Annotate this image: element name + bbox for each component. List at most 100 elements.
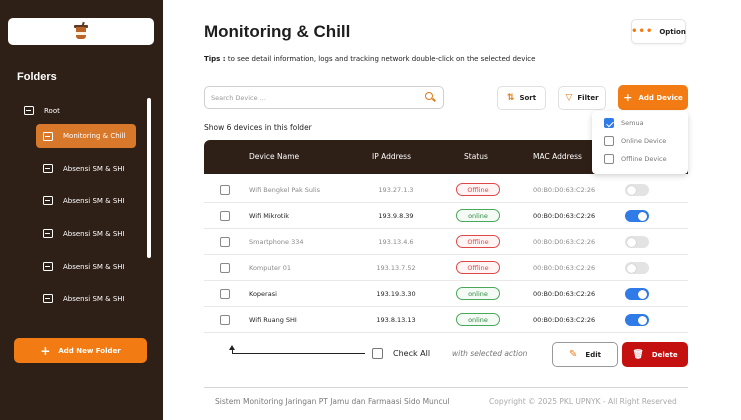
table-row[interactable]: Wifi Ruang SHI 193.8.13.13 online 00:B0:D0:… (204, 307, 688, 333)
search-icon[interactable] (425, 92, 436, 103)
row-checkbox[interactable] (220, 237, 230, 247)
filter-option-semua[interactable]: Semua (604, 118, 644, 128)
folder-icon (43, 294, 53, 303)
folder-label: Monitoring & Chill (63, 132, 126, 140)
status-badge: online (456, 313, 500, 326)
row-checkbox[interactable] (220, 315, 230, 325)
app-logo[interactable] (8, 18, 154, 45)
sidebar-scrollbar[interactable] (147, 98, 151, 258)
folder-item-active[interactable]: Monitoring & Chill (36, 124, 136, 148)
row-checkbox[interactable] (220, 289, 230, 299)
delete-label: Delete (651, 350, 678, 359)
device-name: Komputer 01 (249, 264, 292, 272)
device-mac: 00:B0:D0:63:C2:26 (533, 290, 596, 298)
plus-icon: + (623, 91, 633, 104)
device-toggle[interactable] (625, 314, 649, 326)
sidebar: Folders Root Monitoring & Chill Absensi … (0, 0, 163, 420)
checkbox[interactable] (604, 136, 614, 146)
folder-icon (43, 164, 53, 173)
device-count-text: Show 6 devices in this folder (204, 123, 312, 132)
checkbox[interactable] (604, 154, 614, 164)
delete-button[interactable]: 🗑 Delete (622, 342, 688, 367)
device-toggle[interactable] (625, 236, 649, 248)
device-mac: 00:B0:D0:63:C2:26 (533, 316, 596, 324)
arrow-line (232, 353, 365, 354)
check-all-checkbox[interactable] (372, 348, 383, 359)
edit-label: Edit (585, 350, 601, 359)
device-ip: 193.27.1.3 (378, 186, 414, 194)
folder-icon (24, 106, 34, 115)
filter-option-label: Offline Device (621, 155, 667, 163)
device-ip: 193.13.4.6 (378, 238, 414, 246)
folder-item[interactable]: Absensi SM & SHI (43, 164, 125, 173)
toggle-knob (627, 185, 636, 195)
sort-button[interactable]: ⇅ Sort (497, 86, 546, 110)
device-toggle[interactable] (625, 288, 649, 300)
row-checkbox[interactable] (220, 211, 230, 221)
filter-button[interactable]: ▽ Filter (558, 86, 606, 110)
plus-icon: + (40, 343, 51, 358)
trash-icon: 🗑 (632, 349, 644, 360)
row-checkbox[interactable] (220, 185, 230, 195)
column-device-name[interactable]: Device Name (249, 152, 299, 161)
filter-option-offline[interactable]: Offline Device (604, 154, 667, 164)
option-button[interactable]: ••• Option (631, 19, 686, 44)
filter-label: Filter (577, 94, 599, 102)
table-row[interactable]: Komputer 01 193.13.7.52 Offline 00:B0:D0:63… (204, 255, 688, 281)
column-mac-address[interactable]: MAC Address (533, 152, 582, 161)
table-row[interactable]: Wifi Mikrotik 193.9.8.39 online 00:B0:D0:63… (204, 203, 688, 229)
folder-icon (43, 131, 53, 141)
folders-heading: Folders (17, 71, 57, 83)
folder-item[interactable]: Absensi SM & SHI (43, 196, 125, 205)
option-label: Option (659, 27, 686, 36)
table-row[interactable]: Smartphone 334 193.13.4.6 Offline 00:B0:D0:… (204, 229, 688, 255)
with-selected-text: with selected action (452, 349, 528, 358)
checkbox[interactable] (604, 118, 614, 128)
column-status[interactable]: Status (464, 152, 488, 161)
folder-label: Root (44, 106, 60, 115)
folder-label: Absensi SM & SHI (63, 294, 125, 303)
device-name: Wifi Ruang SHI (249, 316, 297, 324)
status-badge: online (456, 287, 500, 300)
table-row[interactable]: Koperasi 193.19.3.30 online 00:B0:D0:63:C2:… (204, 281, 688, 307)
add-folder-label: Add New Folder (58, 346, 121, 355)
folder-icon (43, 229, 53, 238)
device-mac: 00:B0:D0:63:C2:26 (533, 186, 596, 194)
folder-root[interactable]: Root (24, 106, 60, 115)
add-device-button[interactable]: + Add Device (618, 85, 688, 110)
search-input[interactable]: Search Device ... (204, 86, 444, 109)
edit-pencil-icon: ✎ (569, 349, 578, 360)
folder-item[interactable]: Absensi SM & SHI (43, 294, 125, 303)
sort-icon: ⇅ (506, 93, 515, 103)
folder-item[interactable]: Absensi SM & SHI (43, 229, 125, 238)
status-badge: Offline (456, 261, 500, 274)
column-ip-address[interactable]: IP Address (372, 152, 411, 161)
add-folder-button[interactable]: + Add New Folder (14, 338, 147, 363)
folder-icon (43, 196, 53, 205)
filter-option-online[interactable]: Online Device (604, 136, 666, 146)
device-name: Koperasi (249, 290, 277, 298)
filter-funnel-icon: ▽ (565, 93, 573, 103)
edit-button[interactable]: ✎ Edit (552, 342, 618, 367)
filter-option-label: Online Device (621, 137, 667, 145)
status-badge: Offline (456, 183, 500, 196)
folder-label: Absensi SM & SHI (63, 262, 125, 271)
table-row[interactable]: Wifi Bengkel Pak Sulis 193.27.1.3 Offline 0… (204, 177, 688, 203)
device-toggle[interactable] (625, 184, 649, 196)
device-toggle[interactable] (625, 210, 649, 222)
device-ip: 193.19.3.30 (376, 290, 416, 298)
footer-title: Sistem Monitoring Jaringan PT Jamu dan F… (215, 397, 450, 406)
folder-icon (43, 262, 53, 271)
device-ip: 193.8.13.13 (376, 316, 416, 324)
row-checkbox[interactable] (220, 263, 230, 273)
add-device-label: Add Device (638, 93, 683, 102)
folder-item[interactable]: Absensi SM & SHI (43, 262, 125, 271)
device-name: Smartphone 334 (249, 238, 304, 246)
check-all-label: Check All (393, 349, 431, 358)
sort-label: Sort (519, 94, 537, 102)
search-placeholder: Search Device ... (211, 93, 266, 102)
device-ip: 193.9.8.39 (378, 212, 414, 220)
device-toggle[interactable] (625, 262, 649, 274)
toggle-knob (638, 211, 647, 221)
folder-label: Absensi SM & SHI (63, 164, 125, 173)
